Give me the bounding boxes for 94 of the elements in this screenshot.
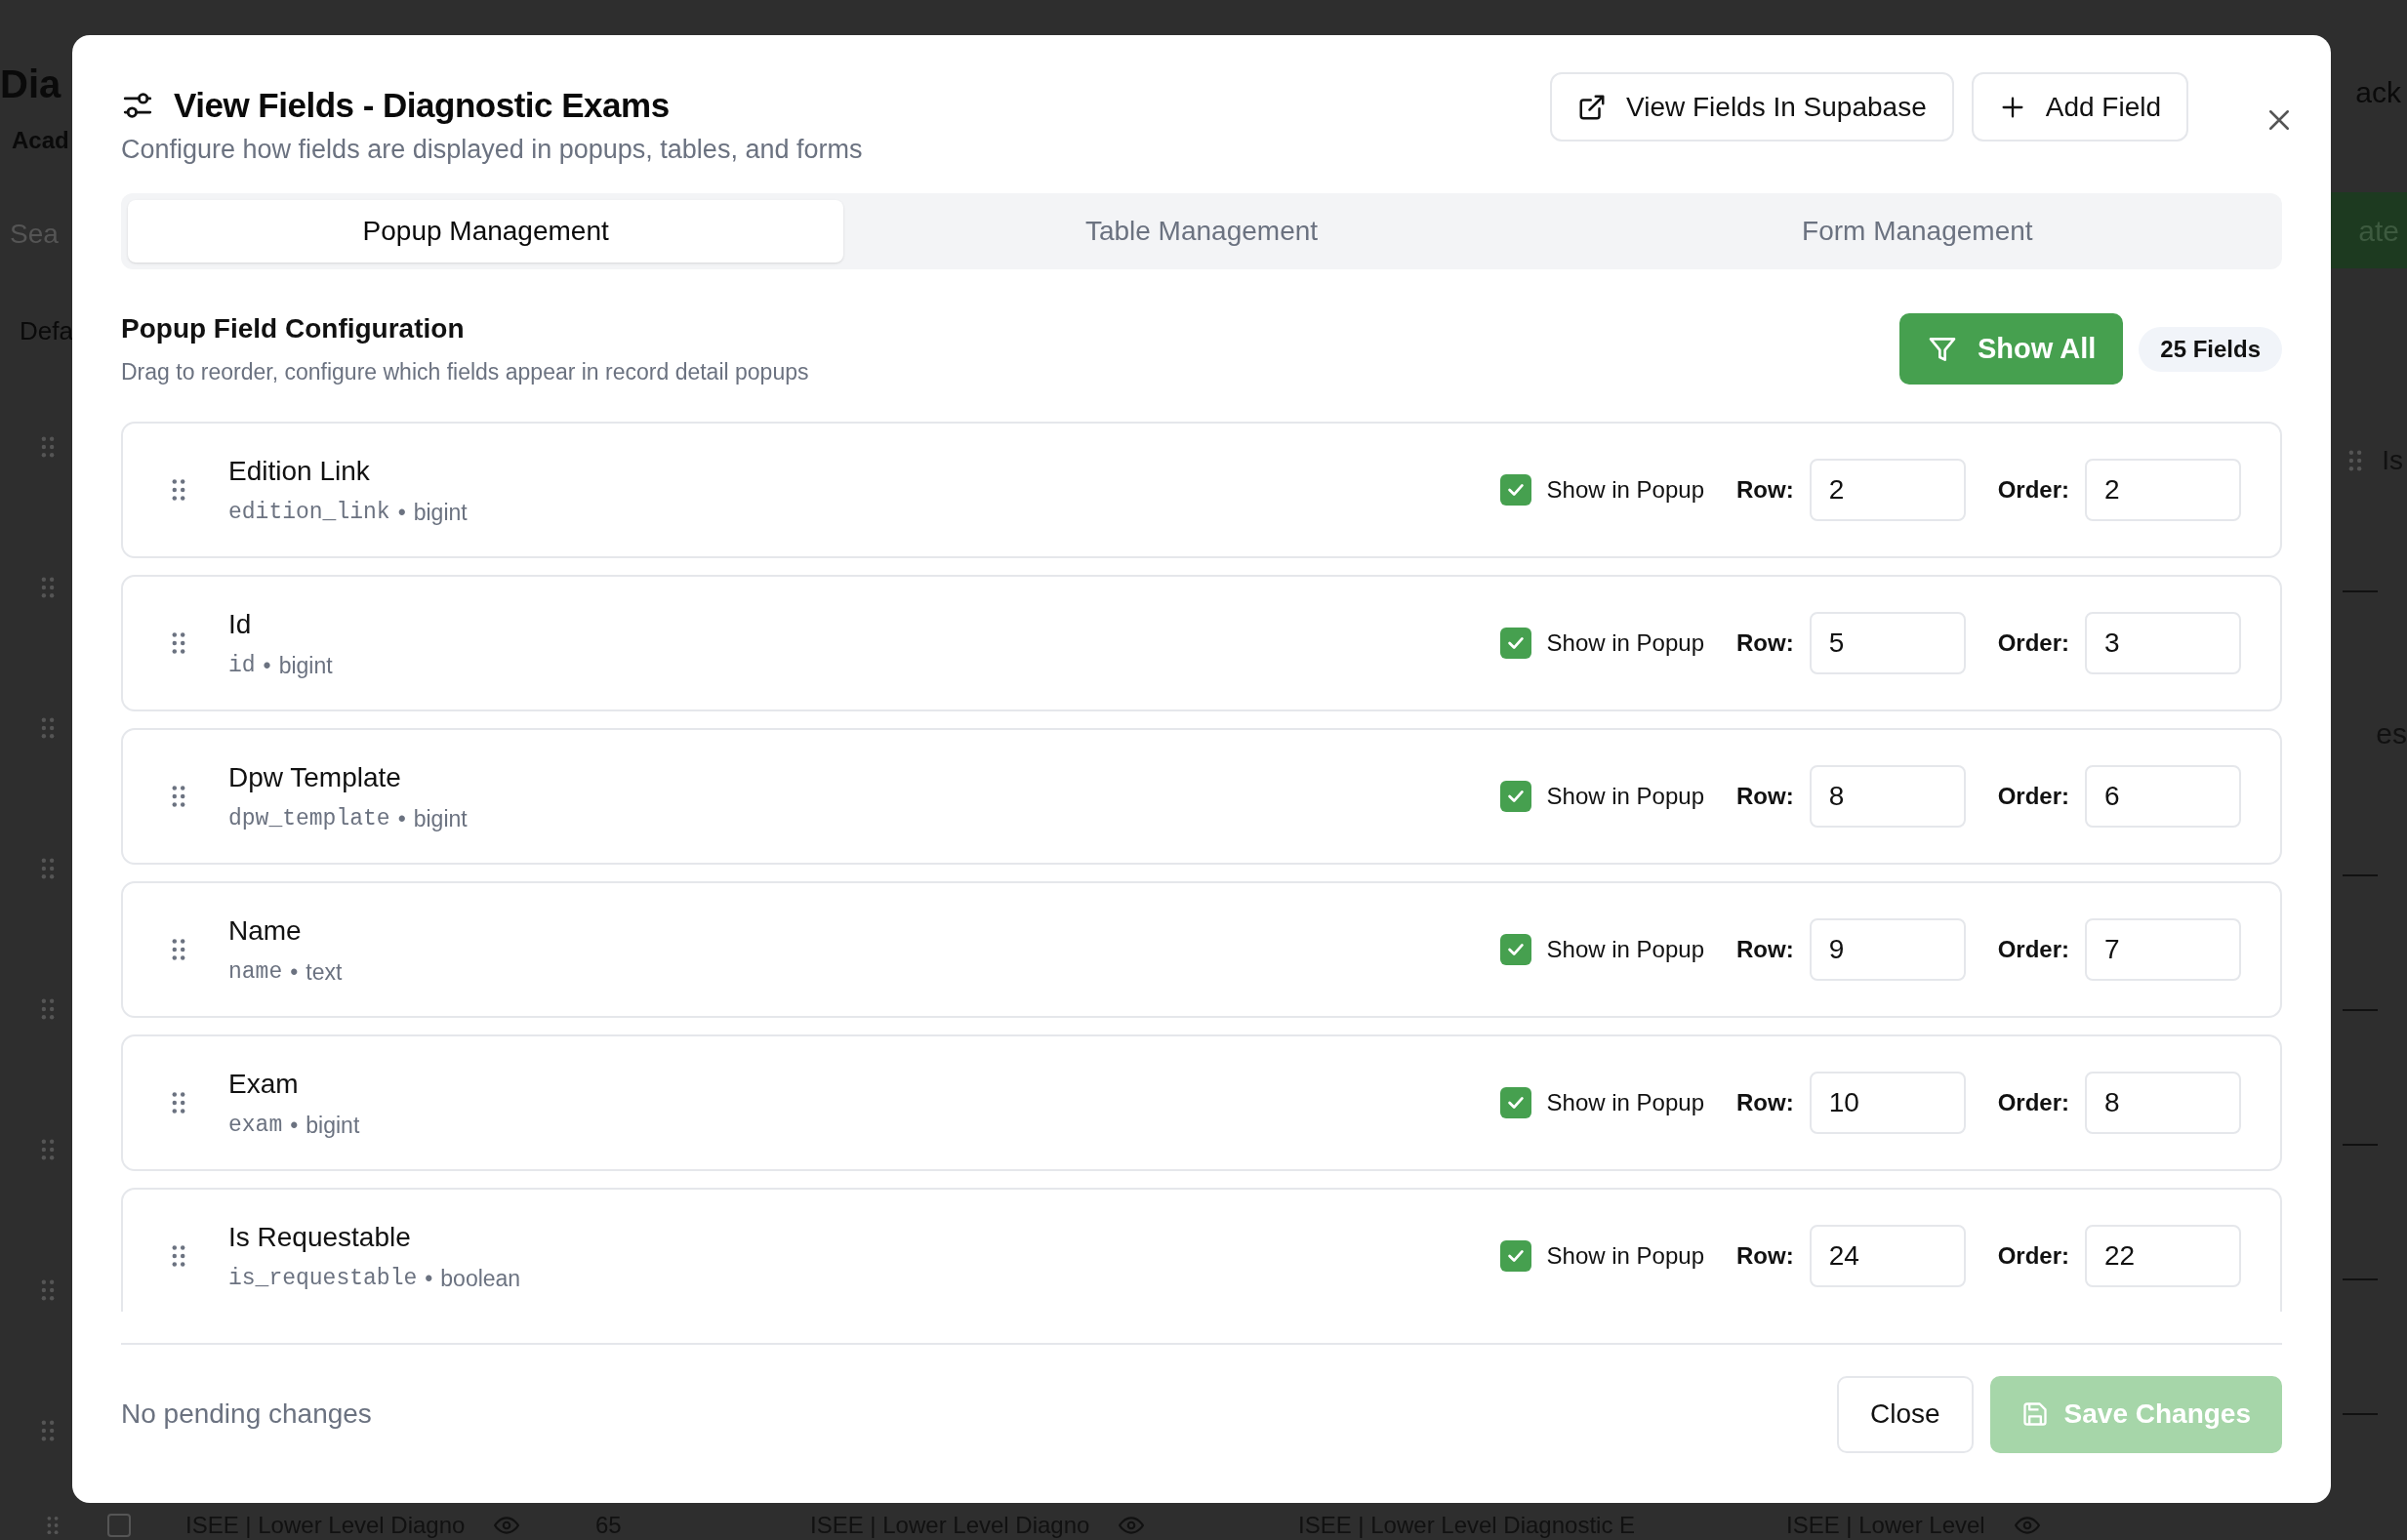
- eye-icon[interactable]: [2014, 1516, 2040, 1535]
- row-label: Row:: [1736, 934, 1794, 964]
- checkbox-label: Show in Popup: [1546, 781, 1704, 811]
- column-name: exam: [228, 1111, 283, 1140]
- add-field-button[interactable]: Add Field: [1971, 72, 2188, 142]
- drag-handle-icon[interactable]: [172, 1090, 185, 1114]
- row-input[interactable]: 9: [1809, 917, 1966, 981]
- drag-handle-icon[interactable]: [172, 784, 185, 808]
- field-type: bigint: [413, 804, 468, 833]
- eye-icon[interactable]: [494, 1516, 520, 1535]
- order-input[interactable]: 8: [2085, 1071, 2241, 1134]
- separator: •: [397, 804, 406, 833]
- order-label: Order:: [1997, 474, 2069, 505]
- separator: •: [425, 1264, 433, 1293]
- drag-handle-icon[interactable]: [41, 577, 55, 598]
- tab[interactable]: Table Management: [843, 200, 1560, 263]
- eye-icon[interactable]: [1119, 1516, 1145, 1535]
- external-link-button[interactable]: View Fields In Supabase: [1550, 72, 1954, 142]
- checkbox[interactable]: [1499, 473, 1531, 506]
- field-name: Name: [228, 913, 303, 948]
- drag-handle-icon[interactable]: [2348, 450, 2363, 471]
- order-label: Order:: [1997, 934, 2069, 964]
- drag-handle-icon[interactable]: [172, 630, 185, 655]
- field-type: bigint: [413, 498, 468, 527]
- status-text: No pending changes: [121, 1398, 372, 1432]
- row-checkbox[interactable]: [107, 1514, 131, 1537]
- order-input[interactable]: 22: [2085, 1224, 2241, 1287]
- drag-handle-icon[interactable]: [41, 858, 55, 879]
- section-subtitle: Drag to reorder, configure which fields appear in record detail popups: [121, 358, 809, 387]
- column-name: dpw_template: [228, 804, 390, 833]
- checkbox[interactable]: [1499, 933, 1531, 965]
- external-link-icon: [1577, 92, 1608, 122]
- dialog-title: View Fields - Diagnostic Exams: [174, 85, 670, 126]
- tab[interactable]: Form Management: [1559, 200, 2275, 263]
- drag-handle-icon[interactable]: [41, 1279, 55, 1301]
- checkbox[interactable]: [1499, 780, 1531, 812]
- separator: •: [290, 957, 299, 987]
- save-icon: [2020, 1400, 2049, 1429]
- order-label: Order:: [1997, 1087, 2069, 1117]
- drag-handle-icon[interactable]: [172, 937, 185, 961]
- drag-handle-icon[interactable]: [172, 1243, 185, 1268]
- row-label: Row:: [1736, 1240, 1794, 1271]
- field-name: Id: [228, 607, 253, 641]
- field-type: boolean: [440, 1264, 521, 1293]
- section-title: Popup Field Configuration: [121, 312, 466, 346]
- field-name: Exam: [228, 1067, 300, 1101]
- order-label: Order:: [1997, 628, 2069, 658]
- separator: •: [397, 498, 406, 527]
- column-name: name: [228, 957, 283, 987]
- order-input[interactable]: 7: [2085, 917, 2241, 981]
- row-input[interactable]: 24: [1809, 1224, 1966, 1287]
- row-input[interactable]: 10: [1809, 1071, 1966, 1134]
- field-name: Edition Link: [228, 454, 371, 488]
- checkbox-label: Show in Popup: [1546, 474, 1704, 505]
- row-label: Row:: [1736, 1087, 1794, 1117]
- order-input[interactable]: 2: [2085, 458, 2241, 521]
- dialog-subtitle: Configure how fields are displayed in popups, tables, and forms: [121, 133, 863, 166]
- field-type: bigint: [306, 1111, 360, 1140]
- drag-handle-icon[interactable]: [41, 717, 55, 739]
- close-button[interactable]: Close: [1837, 1375, 1974, 1453]
- checkbox[interactable]: [1499, 1239, 1531, 1272]
- field-name: Dpw Template: [228, 760, 402, 794]
- drag-handle-icon[interactable]: [41, 1420, 55, 1441]
- drag-handle-icon[interactable]: [41, 998, 55, 1020]
- row-label: Row:: [1736, 781, 1794, 811]
- order-input[interactable]: 3: [2085, 611, 2241, 674]
- field-name: Is Requestable: [228, 1220, 412, 1254]
- field-count-badge: 25 Fields: [2139, 326, 2282, 372]
- row-input[interactable]: 2: [1809, 458, 1966, 521]
- field-type: bigint: [278, 651, 333, 680]
- tab[interactable]: Popup Management: [128, 200, 844, 263]
- checkbox[interactable]: [1499, 627, 1531, 659]
- separator: •: [263, 651, 271, 680]
- order-label: Order:: [1997, 1240, 2069, 1271]
- column-name: is_requestable: [228, 1264, 418, 1293]
- drag-handle-icon[interactable]: [47, 1516, 59, 1535]
- checkbox-label: Show in Popup: [1546, 1240, 1704, 1271]
- drag-handle-icon[interactable]: [41, 1139, 55, 1160]
- separator: •: [290, 1111, 299, 1140]
- drag-handle-icon[interactable]: [172, 477, 185, 502]
- order-label: Order:: [1997, 781, 2069, 811]
- order-input[interactable]: 6: [2085, 764, 2241, 828]
- column-name: edition_link: [228, 498, 390, 527]
- row-label: Row:: [1736, 628, 1794, 658]
- drag-handle-icon[interactable]: [41, 436, 55, 458]
- checkbox-label: Show in Popup: [1546, 934, 1704, 964]
- row-input[interactable]: 5: [1809, 611, 1966, 674]
- field-type: text: [306, 957, 343, 987]
- row-label: Row:: [1736, 474, 1794, 505]
- checkbox[interactable]: [1499, 1086, 1531, 1118]
- row-input[interactable]: 8: [1809, 764, 1966, 828]
- checkbox-label: Show in Popup: [1546, 1087, 1704, 1117]
- column-name: id: [228, 651, 256, 680]
- checkbox-label: Show in Popup: [1546, 628, 1704, 658]
